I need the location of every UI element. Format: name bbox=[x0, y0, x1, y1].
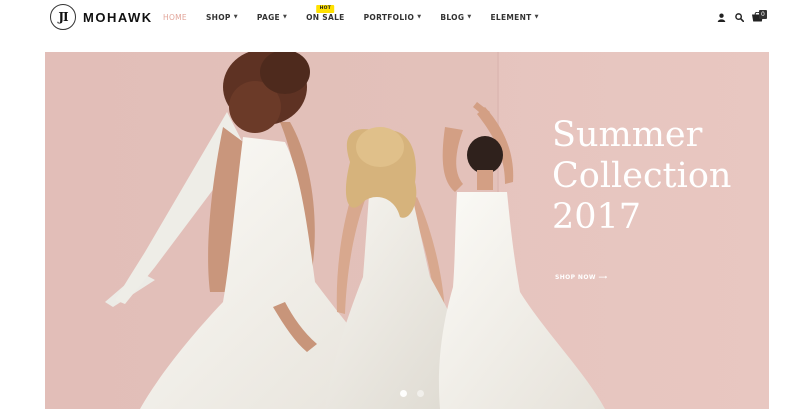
nav-item-label: BLOG bbox=[440, 12, 465, 22]
chevron-down-icon: ▼ bbox=[534, 14, 539, 20]
chevron-down-icon: ▼ bbox=[282, 14, 288, 20]
nav-item-label: SHOP bbox=[205, 12, 231, 22]
header-tools: 0 bbox=[711, 9, 767, 25]
hero-title-line: Summer bbox=[552, 115, 703, 155]
nav-item-label: ELEMENT bbox=[490, 12, 532, 22]
chevron-down-icon: ▼ bbox=[417, 14, 422, 20]
hero-title-line: Collection bbox=[552, 156, 732, 196]
nav-item-label: HOME bbox=[163, 12, 187, 22]
nav-item-label: ON SALE bbox=[306, 12, 345, 22]
nav-item-shop[interactable]: SHOP ▼ bbox=[206, 13, 238, 22]
nav-item-on-sale[interactable]: HOT ON SALE bbox=[306, 4, 345, 22]
shop-now-link[interactable]: SHOP NOW ⟶ bbox=[555, 274, 607, 281]
user-icon[interactable] bbox=[713, 9, 729, 25]
slider-pagination bbox=[395, 390, 429, 397]
chevron-down-icon: ▼ bbox=[467, 14, 472, 20]
search-icon[interactable] bbox=[731, 9, 747, 25]
nav-item-element[interactable]: ELEMENT ▼ bbox=[490, 13, 538, 22]
nav-item-blog[interactable]: BLOG ▼ bbox=[440, 13, 471, 22]
site-header: JI MOHAWK HOME SHOP ▼ PAGE ▼ HOT ON SALE… bbox=[0, 0, 800, 34]
nav-item-portfolio[interactable]: PORTFOLIO ▼ bbox=[364, 13, 422, 22]
logo[interactable]: JI MOHAWK bbox=[50, 4, 153, 30]
hot-badge: HOT bbox=[316, 4, 335, 13]
slider-dot[interactable] bbox=[400, 390, 407, 397]
chevron-down-icon: ▼ bbox=[233, 14, 238, 20]
main-nav: HOME SHOP ▼ PAGE ▼ HOT ON SALE PORTFOLIO… bbox=[163, 0, 558, 34]
slider-dot[interactable] bbox=[417, 390, 424, 397]
cart-button[interactable]: 0 bbox=[749, 9, 767, 25]
cart-count-badge: 0 bbox=[759, 10, 767, 19]
brand-name: MOHAWK bbox=[83, 9, 153, 25]
logo-mark-text: JI bbox=[58, 10, 68, 24]
nav-item-label: PAGE bbox=[256, 12, 280, 22]
hero-slider: Summer Collection 2017 SHOP NOW ⟶ bbox=[45, 52, 769, 409]
hero-title-line: 2017 bbox=[552, 197, 642, 237]
nav-item-label: PORTFOLIO bbox=[363, 12, 415, 22]
hero-title: Summer Collection 2017 bbox=[552, 115, 769, 238]
nav-item-home[interactable]: HOME bbox=[163, 13, 187, 22]
logo-mark: JI bbox=[50, 4, 76, 30]
nav-item-page[interactable]: PAGE ▼ bbox=[257, 13, 287, 22]
